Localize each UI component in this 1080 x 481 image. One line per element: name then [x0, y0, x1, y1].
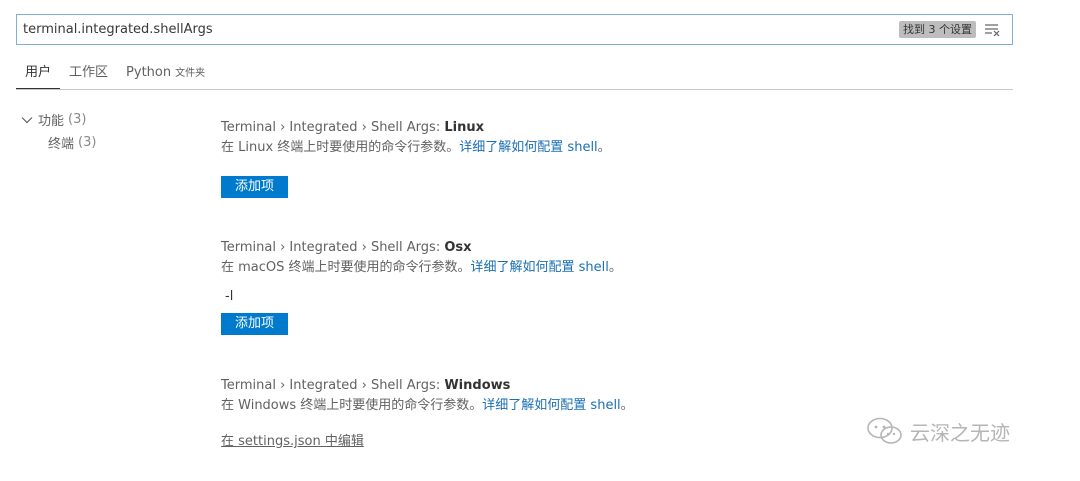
tab-user[interactable]: 用户	[16, 62, 61, 89]
settings-scope-tabs: 用户 工作区 Python 文件夹	[16, 62, 214, 90]
setting-description: 在 Windows 终端上时要使用的命令行参数。详细了解如何配置 shell。	[221, 396, 1001, 416]
setting-description: 在 Linux 终端上时要使用的命令行参数。详细了解如何配置 shell。	[221, 138, 1001, 158]
setting-desc-text: 在 macOS 终端上时要使用的命令行参数。	[221, 260, 471, 275]
watermark: 云深之无迹	[866, 416, 1010, 446]
toc-item-features[interactable]: 功能 (3)	[20, 108, 96, 131]
setting-desc-text: 在 Windows 终端上时要使用的命令行参数。	[221, 398, 483, 413]
chevron-down-icon	[21, 116, 33, 123]
setting-title: Terminal › Integrated › Shell Args: Linu…	[221, 118, 1001, 138]
toc-features-label: 功能	[38, 114, 65, 129]
settings-editor: 找到 3 个设置 用户 工作区 Python文件夹 功能 (3)	[0, 0, 1080, 481]
array-item-value[interactable]: -l	[221, 286, 1001, 308]
setting-leaf: Osx	[444, 240, 472, 255]
setting-path: Terminal › Integrated › Shell Args:	[221, 378, 445, 393]
setting-desc-suffix: 。	[620, 398, 634, 413]
setting-desc-suffix: 。	[608, 260, 622, 275]
setting-leaf: Windows	[444, 378, 511, 393]
setting-shell-args-linux: Terminal › Integrated › Shell Args: Linu…	[221, 118, 1001, 238]
tab-folder-python[interactable]: Python 文件夹	[117, 62, 214, 89]
add-item-button[interactable]: 添加项	[221, 313, 289, 335]
settings-search-box[interactable]: 找到 3 个设置	[16, 14, 1013, 45]
setting-description: 在 macOS 终端上时要使用的命令行参数。详细了解如何配置 shell。	[221, 258, 1001, 278]
tab-folder-label: Python	[126, 65, 172, 80]
setting-title: Terminal › Integrated › Shell Args: Osx	[221, 238, 1001, 258]
setting-title: Terminal › Integrated › Shell Args: Wind…	[221, 376, 1001, 396]
wechat-icon	[867, 417, 902, 444]
watermark-text: 云深之无迹	[910, 420, 1010, 445]
tabs-divider	[16, 89, 1013, 90]
add-item-button[interactable]: 添加项	[221, 176, 289, 198]
toc-features-count: (3)	[68, 112, 87, 127]
search-result-count: 找到 3 个设置	[899, 21, 976, 38]
toc-terminal-count: (3)	[78, 135, 97, 150]
learn-shell-link[interactable]: 详细了解如何配置 shell	[482, 398, 620, 413]
setting-shell-args-osx: Terminal › Integrated › Shell Args: Osx …	[221, 238, 1001, 376]
settings-toc: 功能 (3) 终端 (3)	[20, 108, 96, 154]
learn-shell-link[interactable]: 详细了解如何配置 shell	[459, 140, 597, 155]
setting-desc-suffix: 。	[597, 140, 611, 155]
clear-filter-icon[interactable]	[984, 22, 1002, 38]
setting-leaf: Linux	[444, 120, 484, 135]
setting-path: Terminal › Integrated › Shell Args:	[221, 240, 445, 255]
settings-list: Terminal › Integrated › Shell Args: Linu…	[221, 118, 1001, 449]
tab-workspace-label: 工作区	[69, 65, 109, 80]
setting-desc-text: 在 Linux 终端上时要使用的命令行参数。	[221, 140, 460, 155]
tab-folder-sub: 文件夹	[175, 68, 206, 79]
toc-terminal-label: 终端	[48, 137, 75, 152]
tab-workspace[interactable]: 工作区	[60, 62, 117, 89]
learn-shell-link[interactable]: 详细了解如何配置 shell	[471, 260, 609, 275]
setting-path: Terminal › Integrated › Shell Args:	[221, 120, 445, 135]
edit-in-settings-json-link[interactable]: 在 settings.json 中编辑	[221, 430, 364, 449]
settings-search-input[interactable]	[23, 15, 883, 44]
toc-item-terminal[interactable]: 终端 (3)	[20, 131, 96, 154]
tab-user-label: 用户	[25, 65, 52, 80]
